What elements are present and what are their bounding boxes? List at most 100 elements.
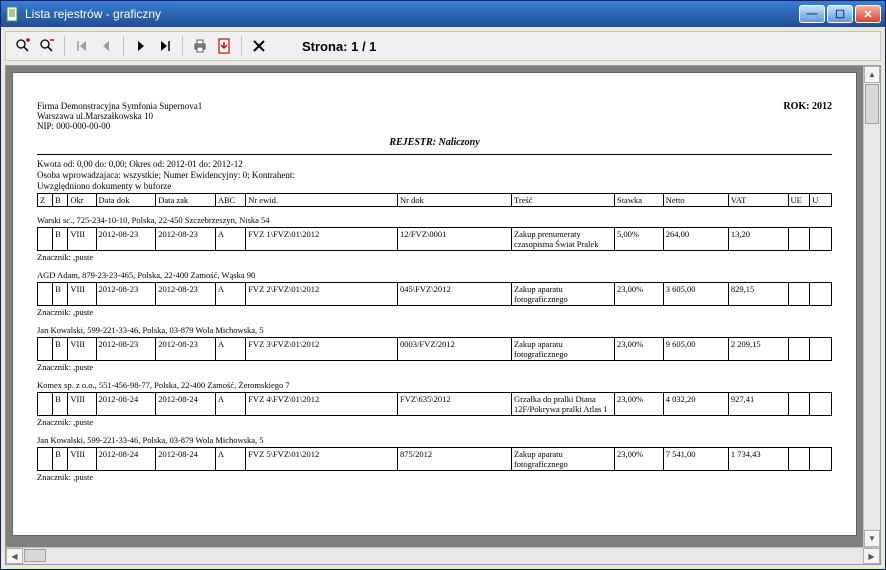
cell-ue	[788, 393, 810, 416]
cell-data_dok: 2012-08-23	[96, 283, 156, 306]
col-data-zak: Data zak	[156, 194, 216, 207]
table-row: BVIII2012-08-242012-08-24AFVZ 5\FVZ\01\2…	[38, 448, 832, 471]
cell-nr_dok: 12/FVZ\0001	[398, 228, 512, 251]
report-divider	[37, 154, 832, 155]
next-page-button[interactable]	[130, 35, 152, 57]
cell-stawka: 23,00%	[614, 393, 663, 416]
cell-b: B	[53, 283, 68, 306]
cell-abc: A	[215, 338, 245, 361]
cell-nr_dok: FVZ\635\2012	[398, 393, 512, 416]
scroll-track[interactable]	[47, 548, 863, 564]
report-section: Jan Kowalski, 599-221-33-46, Polska, 03-…	[37, 325, 832, 372]
col-u: U	[810, 194, 832, 207]
table-row: BVIII2012-08-242012-08-24AFVZ 4\FVZ\01\2…	[38, 393, 832, 416]
znacznik-label: Znacznik: ,puste	[37, 362, 832, 372]
cell-abc: A	[215, 448, 245, 471]
close-button[interactable]: ✕	[855, 5, 881, 23]
company-address: Warszawa ul.Marszałkowska 10	[37, 111, 202, 121]
cell-u	[810, 228, 832, 251]
cell-vat: 829,15	[728, 283, 788, 306]
paper-viewport: Firma Demonstracyjna Symfonia Supernova1…	[6, 66, 880, 547]
cell-abc: A	[215, 393, 245, 416]
cell-data_dok: 2012-08-23	[96, 338, 156, 361]
cell-data_dok: 2012-08-24	[96, 393, 156, 416]
znacznik-label: Znacznik: ,puste	[37, 472, 832, 482]
scroll-thumb[interactable]	[24, 549, 46, 562]
scroll-thumb[interactable]	[865, 84, 879, 124]
section-header: Komex sp. z o.o., 551-456-98-77, Polska,…	[37, 380, 832, 390]
scroll-down-button[interactable]: ▼	[864, 530, 880, 547]
cell-stawka: 23,00%	[614, 283, 663, 306]
cell-netto: 3 605,00	[663, 283, 728, 306]
cell-netto: 9 605,00	[663, 338, 728, 361]
cell-vat: 2 209,15	[728, 338, 788, 361]
section-table: BVIII2012-08-242012-08-24AFVZ 5\FVZ\01\2…	[37, 447, 832, 471]
section-table: BVIII2012-08-232012-08-23AFVZ 2\FVZ\01\2…	[37, 282, 832, 306]
cell-u	[810, 448, 832, 471]
horizontal-scrollbar[interactable]: ◀ ▶	[6, 547, 880, 564]
cell-nr_dok: 0003/FVZ/2012	[398, 338, 512, 361]
cell-nr_dok: 045\FVZ\2012	[398, 283, 512, 306]
report-section: Warski sc., 725-234-10-10, Polska, 22-45…	[37, 215, 832, 262]
col-vat: VAT	[728, 194, 788, 207]
report-header-table: Z B Okr Data dok Data zak ABC Nr ewid. N…	[37, 193, 832, 207]
scroll-left-button[interactable]: ◀	[6, 548, 23, 564]
cell-data_zak: 2012-08-23	[156, 338, 216, 361]
zoom-out-button[interactable]	[36, 35, 58, 57]
cell-tresc: Zakup aparatu fotograficznego	[511, 283, 614, 306]
cell-ue	[788, 283, 810, 306]
first-page-button	[71, 35, 93, 57]
cell-okr: VIII	[68, 283, 96, 306]
filter-line: Kwota od: 0,00 do: 0,00; Okres od: 2012-…	[37, 159, 832, 169]
export-pdf-button[interactable]	[213, 35, 235, 57]
report-year: ROK: 2012	[783, 101, 832, 131]
minimize-button[interactable]: —	[799, 5, 825, 23]
cell-z	[38, 228, 53, 251]
company-name: Firma Demonstracyjna Symfonia Supernova1	[37, 101, 202, 111]
cell-tresc: Zakup aparatu fotograficznego	[511, 338, 614, 361]
section-header: AGD Adam, 879-23-23-465, Polska, 22-400 …	[37, 270, 832, 280]
cell-data_zak: 2012-08-24	[156, 393, 216, 416]
scroll-track[interactable]	[864, 125, 880, 530]
cell-u	[810, 393, 832, 416]
cell-netto: 264,00	[663, 228, 728, 251]
close-preview-button[interactable]	[248, 35, 270, 57]
toolbar: Strona: 1 / 1	[5, 31, 881, 61]
cell-vat: 927,41	[728, 393, 788, 416]
col-data-dok: Data dok	[96, 194, 156, 207]
cell-z	[38, 283, 53, 306]
vertical-scrollbar[interactable]: ▲ ▼	[863, 66, 880, 547]
report-section: Komex sp. z o.o., 551-456-98-77, Polska,…	[37, 380, 832, 427]
zoom-in-button[interactable]	[12, 35, 34, 57]
app-icon	[5, 6, 21, 22]
section-table: BVIII2012-08-242012-08-24AFVZ 4\FVZ\01\2…	[37, 392, 832, 416]
col-stawka: Stawka	[614, 194, 663, 207]
section-header: Jan Kowalski, 599-221-33-46, Polska, 03-…	[37, 435, 832, 445]
print-button[interactable]	[189, 35, 211, 57]
toolbar-separator	[182, 36, 183, 56]
toolbar-separator	[123, 36, 124, 56]
filter-line: Osoba wprowadzajaca: wszystkie; Numer Ew…	[37, 170, 832, 180]
cell-data_zak: 2012-08-24	[156, 448, 216, 471]
scroll-up-button[interactable]: ▲	[864, 66, 880, 83]
cell-data_dok: 2012-08-23	[96, 228, 156, 251]
cell-data_dok: 2012-08-24	[96, 448, 156, 471]
scroll-right-button[interactable]: ▶	[863, 548, 880, 564]
toolbar-separator	[241, 36, 242, 56]
col-z: Z	[38, 194, 53, 207]
table-row: BVIII2012-08-232012-08-23AFVZ 1\FVZ\01\2…	[38, 228, 832, 251]
titlebar: Lista rejestrów - graficzny — ☐ ✕	[1, 1, 885, 27]
window-controls: — ☐ ✕	[799, 5, 881, 23]
last-page-button[interactable]	[154, 35, 176, 57]
cell-netto: 4 032,20	[663, 393, 728, 416]
cell-nr_ewid: FVZ 1\FVZ\01\2012	[246, 228, 398, 251]
toolbar-separator	[64, 36, 65, 56]
cell-vat: 1 734,43	[728, 448, 788, 471]
cell-netto: 7 541,00	[663, 448, 728, 471]
col-abc: ABC	[215, 194, 245, 207]
cell-b: B	[53, 448, 68, 471]
cell-abc: A	[215, 283, 245, 306]
maximize-button[interactable]: ☐	[827, 5, 853, 23]
report-section: AGD Adam, 879-23-23-465, Polska, 22-400 …	[37, 270, 832, 317]
company-nip: NIP: 000-000-00-00	[37, 121, 202, 131]
